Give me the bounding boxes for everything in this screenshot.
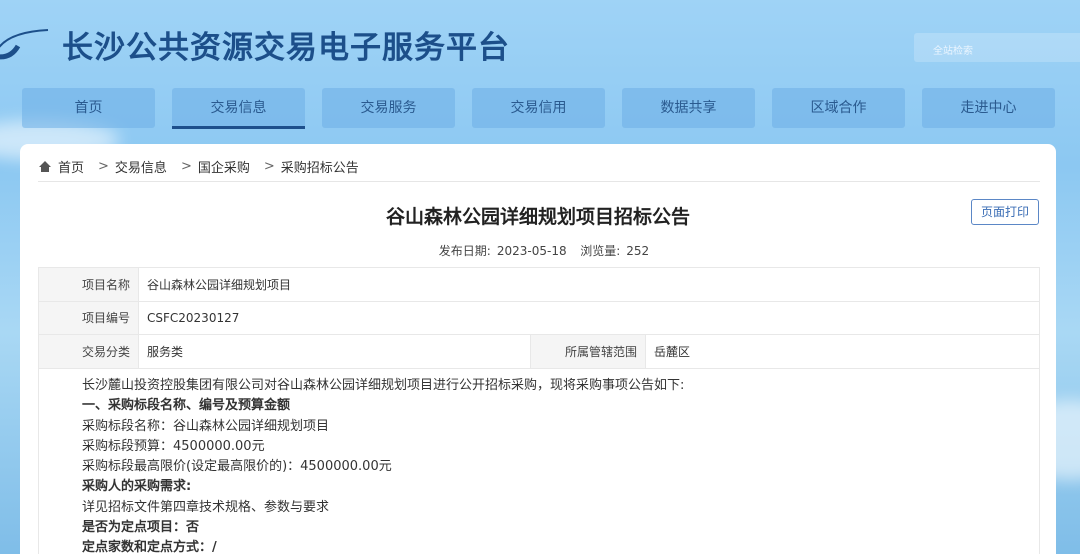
divider [38,181,1040,182]
home-icon [39,161,51,172]
section-heading: 一、采购标段名称、编号及预算金额 [82,398,291,414]
breadcrumb-current[interactable]: 采购招标公告 [281,157,359,176]
table-row: 项目编号 CSFC20230127 [38,300,1040,335]
lot-budget: 采购标段预算：4500000.00元 [82,438,265,454]
requirements-heading: 采购人的采购需求: [82,479,192,495]
table-row: 交易分类 服务类 所属管辖范围 岳麓区 [38,334,1040,369]
nav-trade-credit[interactable]: 交易信用 [472,88,605,128]
breadcrumb-trade-info[interactable]: 交易信息 [115,157,167,176]
page-title: 谷山森林公园详细规划项目招标公告 [385,206,690,228]
project-code: CSFC20230127 [138,300,1040,335]
project-code-label: 项目编号 [38,300,139,335]
publish-date: 2023-05-18 [496,244,567,258]
main-nav: 首页 交易信息 交易服务 交易信用 数据共享 区域合作 走进中心 [0,88,1080,130]
chevron-right-icon: > [98,159,109,174]
nav-trade-service[interactable]: 交易服务 [322,88,455,128]
designated-method: 定点家数和定点方式：/ [82,540,217,554]
breadcrumb-soe-procurement[interactable]: 国企采购 [198,157,250,176]
nav-trade-info[interactable]: 交易信息 [172,88,305,129]
content-panel: 首页 > 交易信息 > 国企采购 > 采购招标公告 谷山森林公园详细规划项目招标… [20,144,1056,554]
chevron-right-icon: > [263,159,275,174]
region: 岳麓区 [645,334,1040,369]
category-label: 交易分类 [38,334,139,369]
date-label: 发布日期: [438,244,491,258]
lot-name: 采购标段名称：谷山森林公园详细规划项目 [82,418,330,434]
announcement-body: 长沙麓山投资控股集团有限公司对谷山森林公园详细规划项目进行公开招标采购，现将采购… [82,376,684,554]
table-row: 项目名称 谷山森林公园详细规划项目 [38,267,1040,302]
lot-max-price: 采购标段最高限价(设定最高限价的)：4500000.00元 [82,459,392,475]
chevron-right-icon: > [180,159,192,174]
category: 服务类 [138,334,531,369]
site-title: 长沙公共资源交易电子服务平台 [62,30,510,66]
intro-text: 长沙麓山投资控股集团有限公司对谷山森林公园详细规划项目进行公开招标采购，现将采购… [82,378,685,393]
views-label: 浏览量: [580,244,621,258]
project-name-label: 项目名称 [38,267,139,302]
requirements-text: 详见招标文件第四章技术规格、参数与要求 [82,499,330,515]
breadcrumb: 首页 > 交易信息 > 国企采购 > 采购招标公告 [38,157,359,176]
nav-about-center[interactable]: 走进中心 [922,88,1055,128]
nav-regional-coop[interactable]: 区域合作 [772,88,905,128]
project-name: 谷山森林公园详细规划项目 [138,267,1040,302]
region-label: 所属管辖范围 [530,334,646,369]
view-count: 252 [626,244,650,258]
print-button[interactable]: 页面打印 [971,199,1039,225]
site-search-input[interactable]: 全站检索 [914,33,1080,62]
designated-project: 是否为定点项目：否 [82,520,200,536]
breadcrumb-home[interactable]: 首页 [58,157,84,176]
nav-data-share[interactable]: 数据共享 [622,88,755,128]
logo-icon [0,29,49,60]
article-meta: 发布日期: 2023-05-18 浏览量: 252 [20,242,1056,259]
nav-home[interactable]: 首页 [22,88,155,128]
